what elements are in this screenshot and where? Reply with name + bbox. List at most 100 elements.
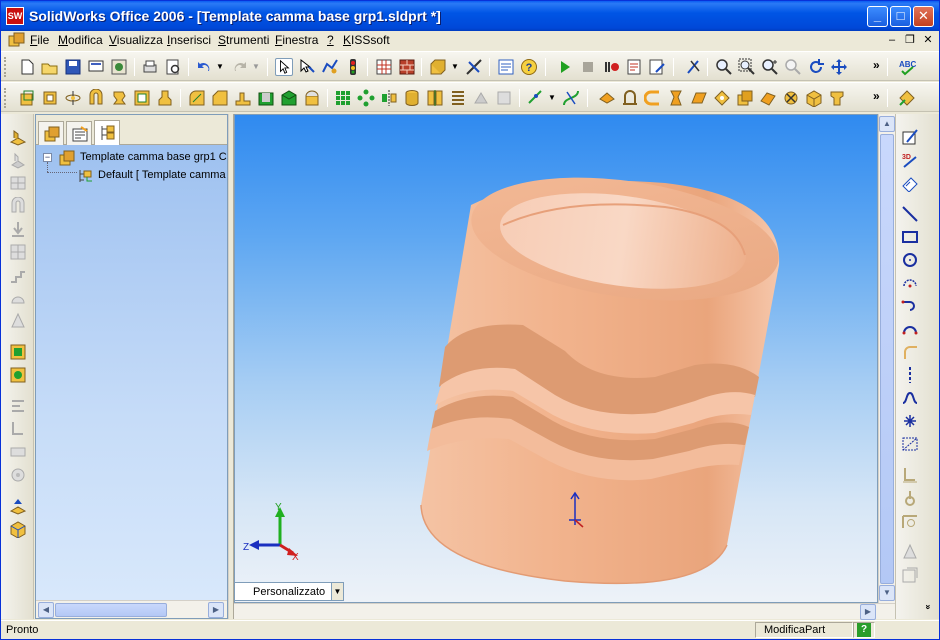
toolbar-overflow-icon[interactable]: »: [873, 58, 880, 72]
menu-modifica[interactable]: Modifica: [58, 33, 103, 47]
view-orientation-icon[interactable]: [429, 58, 447, 76]
miter-flange-icon[interactable]: [644, 89, 662, 107]
spline-icon[interactable]: [901, 389, 919, 407]
sketch-icon[interactable]: [321, 58, 339, 76]
disabled-cone-icon[interactable]: [901, 543, 919, 561]
view-dropdown-icon[interactable]: ▼: [451, 62, 459, 71]
flatten-icon[interactable]: [759, 89, 777, 107]
scroll-up-icon[interactable]: ▲: [879, 116, 895, 132]
smart-part-icon[interactable]: [9, 497, 27, 515]
disabled-offset-icon[interactable]: [901, 512, 919, 530]
sketch-toolbar-overflow-icon[interactable]: »: [924, 604, 934, 609]
fillet-icon[interactable]: [188, 89, 206, 107]
disabled-arrow-icon[interactable]: [9, 220, 27, 238]
smart-dimension-icon[interactable]: [901, 174, 919, 192]
line-icon[interactable]: [901, 205, 919, 223]
closed-corner-icon[interactable]: [736, 89, 754, 107]
rebuild-light-icon[interactable]: [344, 58, 362, 76]
spell-check-icon[interactable]: ABC: [898, 58, 916, 76]
disabled-join-icon[interactable]: [9, 420, 27, 438]
reference-dropdown-icon[interactable]: ▼: [548, 93, 556, 102]
document-icon[interactable]: [8, 32, 25, 48]
doc-close-button[interactable]: ✕: [921, 33, 935, 47]
zoom-in-out-icon[interactable]: [761, 58, 779, 76]
viewport-vertical-scrollbar[interactable]: ▲ ▼: [878, 114, 895, 603]
minimize-button[interactable]: _: [867, 6, 888, 27]
disabled-dim-icon[interactable]: [9, 397, 27, 415]
cam-part-model[interactable]: Y Z X: [235, 115, 878, 603]
menu-help[interactable]: ?: [327, 33, 334, 47]
cylinder-icon[interactable]: [403, 89, 421, 107]
scroll-right-icon[interactable]: ▶: [208, 602, 224, 618]
undo-dropdown-icon[interactable]: ▼: [216, 62, 224, 71]
disabled-gear-icon[interactable]: [9, 466, 27, 484]
doc-minimize-button[interactable]: –: [885, 33, 899, 47]
scroll-thumb[interactable]: [880, 134, 894, 584]
reference-point-icon[interactable]: [527, 89, 545, 107]
scroll-thumb[interactable]: [55, 603, 167, 617]
save-icon[interactable]: [64, 58, 82, 76]
disabled-grid-icon[interactable]: [9, 243, 27, 261]
doc-restore-button[interactable]: ❐: [903, 33, 917, 47]
sheetmetal-base-icon[interactable]: [598, 89, 616, 107]
menu-strumenti[interactable]: Strumenti: [218, 33, 269, 47]
menu-visualizza[interactable]: Visualizza: [109, 33, 163, 47]
disabled-plane-icon[interactable]: [9, 174, 27, 192]
tab-feature-manager[interactable]: [38, 121, 64, 145]
rotate-icon[interactable]: [807, 58, 825, 76]
hole-icon[interactable]: [133, 89, 151, 107]
circular-pattern-icon[interactable]: [357, 89, 375, 107]
mold-icon[interactable]: [156, 89, 174, 107]
redo-icon[interactable]: [231, 58, 249, 76]
pan-icon[interactable]: [830, 58, 848, 76]
print-icon[interactable]: [141, 58, 159, 76]
centerline-icon[interactable]: [901, 366, 919, 384]
centerpoint-arc-icon[interactable]: [901, 274, 919, 292]
tab-configuration-manager[interactable]: [94, 120, 120, 145]
measure-icon[interactable]: [465, 58, 483, 76]
configuration-selector[interactable]: Personalizzato ▼: [234, 582, 344, 601]
chamfer-icon[interactable]: [211, 89, 229, 107]
play-icon[interactable]: [556, 58, 574, 76]
disabled-cone-icon[interactable]: [9, 312, 27, 330]
zoom-window-icon[interactable]: [738, 58, 756, 76]
sweep-icon[interactable]: [87, 89, 105, 107]
toolbar-grip[interactable]: [4, 57, 8, 77]
tree-horizontal-scrollbar[interactable]: ◀ ▶: [36, 600, 227, 618]
linear-pattern-icon[interactable]: [334, 89, 352, 107]
solidworks-app-icon[interactable]: SW: [6, 7, 24, 25]
disabled-box-icon[interactable]: [901, 566, 919, 584]
sketch-icon[interactable]: [901, 128, 919, 146]
split-icon[interactable]: [426, 89, 444, 107]
sketched-bend-icon[interactable]: [713, 89, 731, 107]
tree-item-part[interactable]: − Template camma base grp1 Co: [36, 149, 227, 167]
zoom-fit-icon[interactable]: [715, 58, 733, 76]
edge-flange-icon[interactable]: [621, 89, 639, 107]
disabled-feature-icon[interactable]: [472, 89, 490, 107]
disabled-slab-icon[interactable]: [9, 443, 27, 461]
construction-geometry-icon[interactable]: [901, 435, 919, 453]
draft-icon[interactable]: [280, 89, 298, 107]
menu-finestra[interactable]: Finestra: [275, 33, 318, 47]
tree-item-configuration[interactable]: Default [ Template camma: [36, 167, 227, 185]
three-point-arc-icon[interactable]: [901, 320, 919, 338]
scroll-left-icon[interactable]: ◀: [38, 602, 54, 618]
disabled-stair-icon[interactable]: [9, 266, 27, 284]
shell-icon[interactable]: [257, 89, 275, 107]
disabled-dome-icon[interactable]: [9, 289, 27, 307]
extrude-boss-icon[interactable]: [9, 128, 27, 146]
library-feature-icon[interactable]: [9, 520, 27, 538]
close-button[interactable]: ✕: [913, 6, 934, 27]
disabled-relation-icon[interactable]: [901, 466, 919, 484]
record-icon[interactable]: [602, 58, 620, 76]
macro-edit-icon[interactable]: [648, 58, 666, 76]
circle-icon[interactable]: [901, 251, 919, 269]
loft-icon[interactable]: [110, 89, 128, 107]
rip-icon[interactable]: [828, 89, 846, 107]
jog-icon[interactable]: [690, 89, 708, 107]
print-preview-icon[interactable]: [87, 58, 105, 76]
extrude-boss-icon[interactable]: [18, 89, 36, 107]
title-bar[interactable]: SW SolidWorks Office 2006 - [Template ca…: [1, 1, 939, 31]
help-icon[interactable]: ?: [520, 58, 538, 76]
scroll-down-icon[interactable]: ▼: [879, 585, 895, 601]
